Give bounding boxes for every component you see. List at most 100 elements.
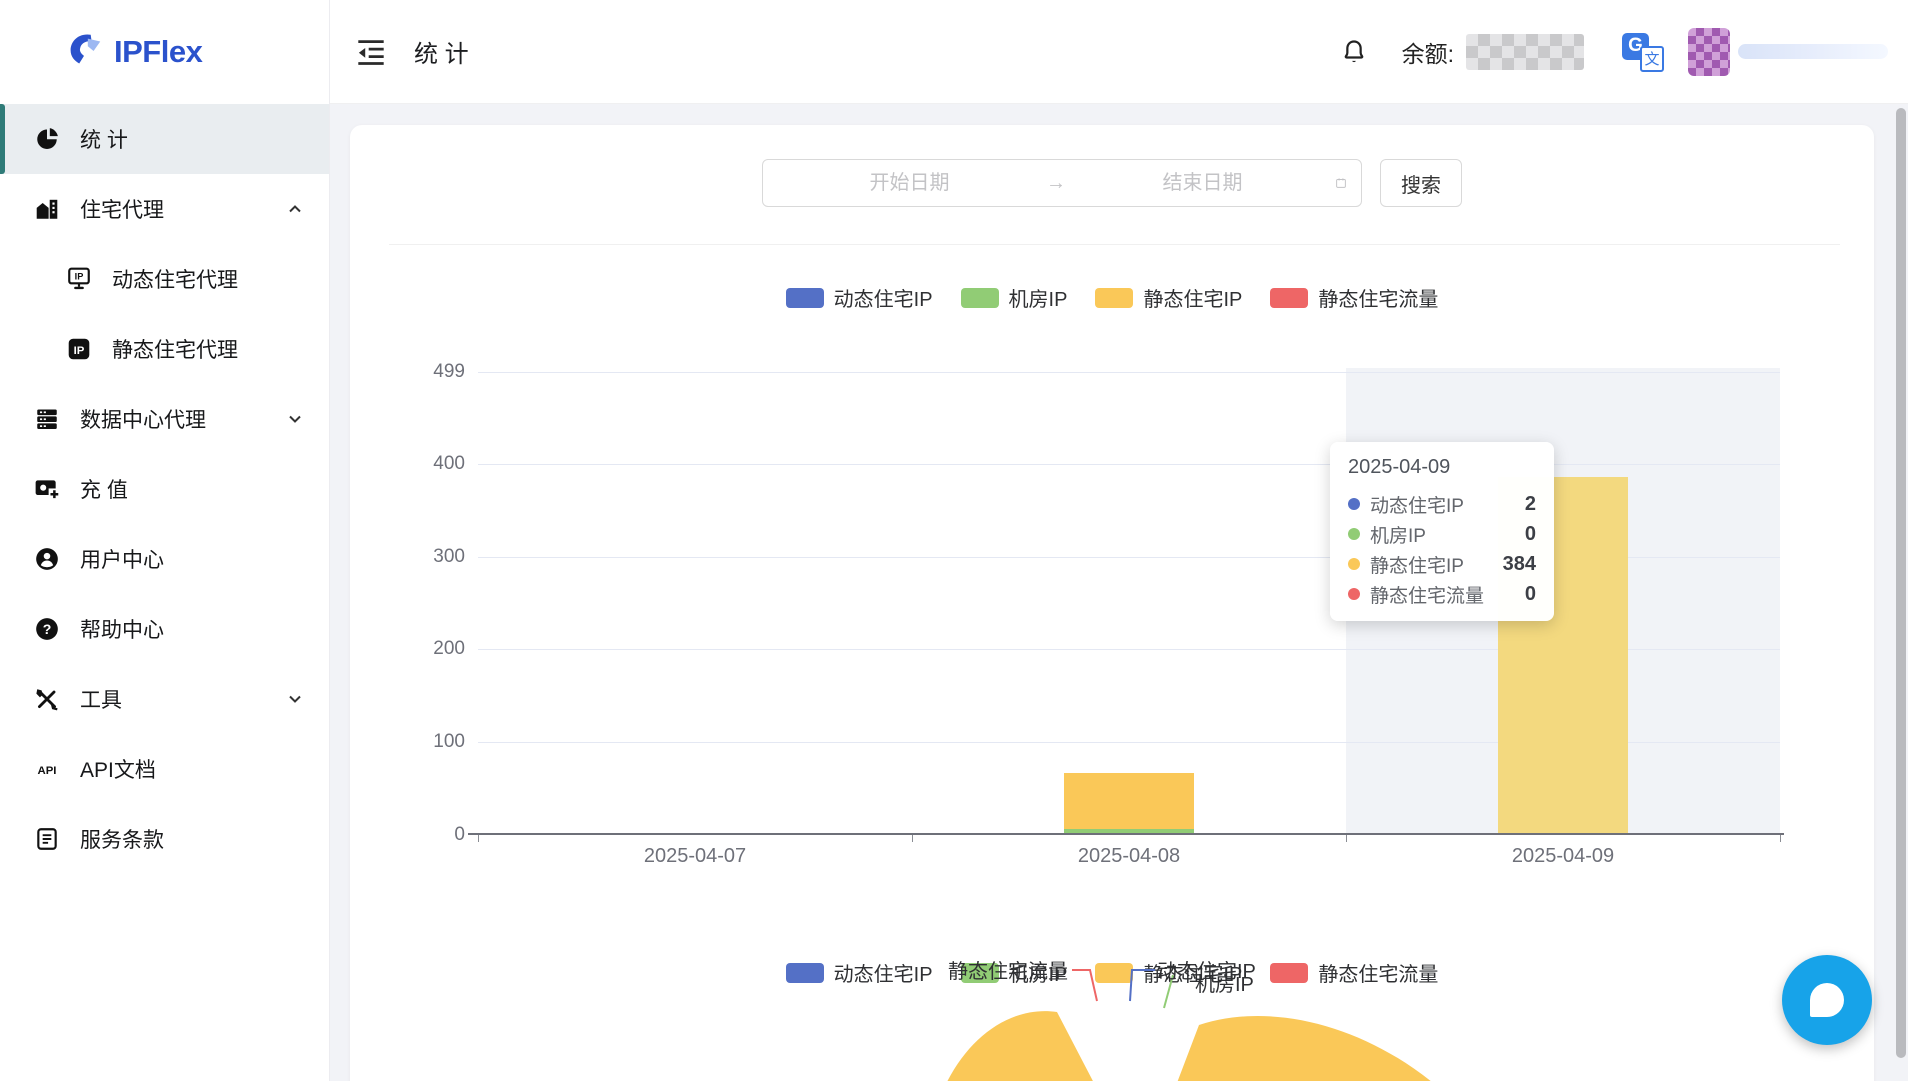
collapse-sidebar-icon[interactable] (356, 37, 386, 67)
legend-swatch (1270, 288, 1308, 308)
legend-item-机房IP[interactable]: 机房IP (961, 283, 1068, 312)
svg-text:?: ? (43, 621, 52, 637)
sidebar-item-dynamic-residential-proxy[interactable]: IP 动态住宅代理 (0, 244, 329, 314)
legend-label: 动态住宅IP (834, 283, 933, 312)
logo-text: IPFlex (114, 34, 202, 70)
tooltip-series-name: 机房IP (1370, 521, 1426, 548)
pie-leader-line-blue (1130, 970, 1155, 1001)
bar-chart-plot (478, 372, 1780, 835)
tooltip-series-dot (1348, 498, 1360, 510)
x-axis-tick (1346, 835, 1347, 842)
sidebar-item-terms[interactable]: 服务条款 (0, 804, 329, 874)
gridline (478, 464, 1780, 465)
sidebar-item-tools[interactable]: 工具 (0, 664, 329, 734)
x-axis-labels: 2025-04-07 2025-04-08 2025-04-09 (478, 845, 1780, 875)
topbar: 统 计 余额: G 文 (330, 0, 1908, 104)
pie-leader-line-red (1072, 970, 1097, 1001)
notification-bell-icon[interactable] (1340, 37, 1368, 67)
tooltip-series-dot (1348, 558, 1360, 570)
sidebar-item-label: 静态住宅代理 (112, 334, 238, 364)
x-axis-tick (1780, 835, 1781, 842)
legend-item-静态住宅流量[interactable]: 静态住宅流量 (1270, 283, 1438, 312)
svg-text:API: API (38, 765, 57, 777)
pie-slice-static-residential-ip (1156, 1016, 1458, 1081)
sidebar-item-label: 动态住宅代理 (112, 264, 238, 294)
sidebar-item-help-center[interactable]: ? 帮助中心 (0, 594, 329, 664)
legend-item-静态住宅IP[interactable]: 静态住宅IP (1095, 283, 1242, 312)
x-tick-label: 2025-04-07 (644, 845, 746, 868)
sidebar-item-residential-proxy[interactable]: 住宅代理 (0, 174, 329, 244)
start-date-input[interactable] (777, 172, 1042, 195)
x-axis-tick (478, 835, 479, 842)
tooltip-series-dot (1348, 528, 1360, 540)
chevron-down-icon (287, 411, 303, 427)
pie-chart (350, 945, 1874, 1081)
date-range-picker[interactable]: → (762, 159, 1362, 207)
arrow-right-icon: → (1042, 172, 1070, 195)
x-tick-label: 2025-04-08 (1078, 845, 1180, 868)
logo-icon (62, 30, 106, 74)
pie-chart-icon (34, 126, 60, 152)
sidebar: IPFlex 统 计 住宅代理 IP 动 (0, 0, 330, 1081)
tooltip-series-value: 0 (1525, 523, 1536, 546)
tooltip-series-name: 静态住宅IP (1370, 551, 1464, 578)
sidebar-item-statistics[interactable]: 统 计 (0, 104, 329, 174)
x-tick-label: 2025-04-09 (1512, 845, 1614, 868)
sidebar-item-label: 充 值 (80, 474, 128, 504)
chevron-down-icon (287, 691, 303, 707)
sidebar-item-label: 住宅代理 (80, 194, 164, 224)
balance-label: 余额: (1402, 35, 1454, 69)
sidebar-item-label: 工具 (80, 684, 122, 714)
sidebar-item-label: 帮助中心 (80, 614, 164, 644)
recharge-icon (34, 476, 60, 502)
sidebar-item-static-residential-proxy[interactable]: IP 静态住宅代理 (0, 314, 329, 384)
page-title: 统 计 (414, 34, 469, 69)
bar-segment-静态住宅IP (1064, 773, 1194, 829)
legend-item-动态住宅IP[interactable]: 动态住宅IP (786, 283, 933, 312)
tooltip-series-dot (1348, 588, 1360, 600)
chat-bubble-icon (1810, 983, 1844, 1017)
chart-tooltip: 2025-04-09 动态住宅IP2机房IP0静态住宅IP384静态住宅流量0 (1330, 442, 1554, 621)
sidebar-item-user-center[interactable]: 用户中心 (0, 524, 329, 594)
sidebar-item-datacenter-proxy[interactable]: 数据中心代理 (0, 384, 329, 454)
sidebar-item-api-docs[interactable]: API API文档 (0, 734, 329, 804)
tooltip-row-机房IP: 机房IP 0 (1348, 519, 1536, 549)
tools-icon (34, 686, 60, 712)
legend-swatch (961, 288, 999, 308)
y-axis-labels: 0100200300400499 (375, 372, 465, 835)
x-axis-tick (912, 835, 913, 842)
user-icon (34, 546, 60, 572)
sidebar-item-label: 数据中心代理 (80, 404, 206, 434)
tooltip-series-name: 静态住宅流量 (1370, 581, 1484, 608)
tooltip-series-name: 动态住宅IP (1370, 491, 1464, 518)
divider (389, 244, 1840, 245)
search-button[interactable]: 搜索 (1380, 159, 1462, 207)
end-date-input[interactable] (1070, 172, 1335, 195)
tooltip-row-静态住宅流量: 静态住宅流量 0 (1348, 579, 1536, 609)
pie-slice-static-residential-ip (932, 1011, 1120, 1081)
app-window: IPFlex 统 计 住宅代理 IP 动 (0, 0, 1908, 1081)
terms-icon (34, 826, 60, 852)
username-redacted (1738, 44, 1888, 59)
statistics-card: → 搜索 动态住宅IP机房IP静态住宅IP静态住宅流量 010020030040… (350, 125, 1874, 1081)
page-scrollbar-thumb[interactable] (1896, 108, 1906, 1058)
server-icon (34, 406, 60, 432)
live-chat-button[interactable] (1782, 955, 1872, 1045)
api-icon: API (34, 756, 60, 782)
tooltip-series-value: 384 (1503, 553, 1536, 576)
y-tick-label: 300 (375, 546, 465, 568)
sidebar-item-recharge[interactable]: 充 值 (0, 454, 329, 524)
balance-value-redacted (1466, 34, 1584, 70)
topbar-right: 余额: G 文 (1340, 28, 1888, 76)
y-tick-label: 100 (375, 731, 465, 753)
y-tick-label: 400 (375, 453, 465, 475)
tooltip-series-value: 0 (1525, 583, 1536, 606)
legend-swatch (1095, 288, 1133, 308)
x-axis-line (468, 833, 1784, 835)
dynamic-ip-icon: IP (66, 266, 92, 292)
google-translate-icon[interactable]: G 文 (1622, 32, 1664, 72)
svg-text:IP: IP (74, 345, 85, 357)
user-avatar[interactable] (1688, 28, 1730, 76)
y-tick-label: 0 (375, 824, 465, 846)
calendar-icon[interactable] (1335, 172, 1347, 194)
